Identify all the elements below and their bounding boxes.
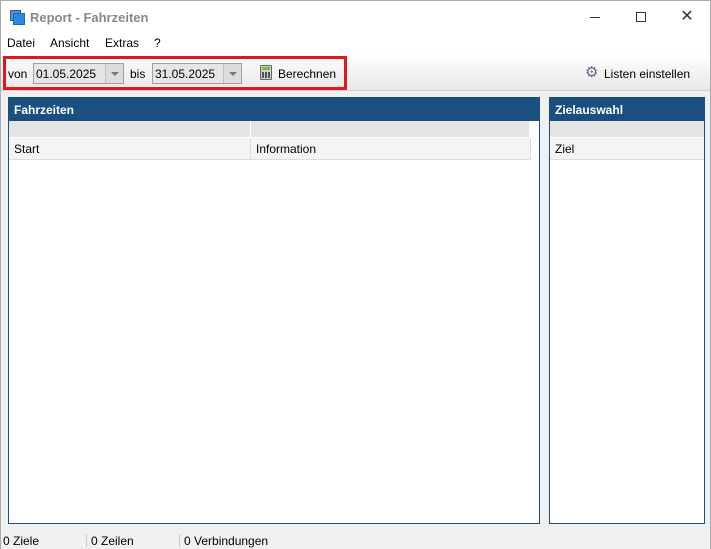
status-separator — [179, 534, 180, 547]
gear-icon: ⚙ — [585, 64, 599, 81]
column-header-start[interactable]: Start — [9, 138, 251, 159]
close-button[interactable]: ✕ — [664, 1, 710, 33]
menu-bar: Datei Ansicht Extras ? — [1, 33, 710, 53]
group-row — [9, 121, 530, 137]
fahrzeiten-panel: Fahrzeiten Start Information — [8, 97, 540, 524]
column-header-information[interactable]: Information — [251, 138, 531, 159]
status-ziele: 0 Ziele — [3, 534, 40, 548]
menu-help[interactable]: ? — [154, 36, 161, 50]
status-bar: 0 Ziele 0 Zeilen 0 Verbindungen — [1, 531, 710, 549]
zielauswahl-header: Zielauswahl — [550, 98, 704, 121]
fahrzeiten-header: Fahrzeiten — [9, 98, 539, 121]
minimize-icon — [590, 16, 600, 18]
group-cell — [251, 121, 530, 137]
close-icon: ✕ — [680, 8, 694, 25]
column-header-ziel[interactable]: Ziel — [550, 138, 704, 159]
title-bar: Report - Fahrzeiten ✕ — [1, 1, 710, 33]
date-range-highlight — [3, 56, 347, 90]
listen-einstellen-label: Listen einstellen — [604, 67, 691, 81]
status-zeilen: 0 Zeilen — [91, 534, 134, 548]
status-verbindungen: 0 Verbindungen — [184, 534, 269, 548]
app-icon — [10, 10, 25, 25]
menu-ansicht[interactable]: Ansicht — [50, 36, 89, 50]
report-window: Report - Fahrzeiten ✕ Datei Ansicht Extr… — [0, 0, 711, 549]
minimize-button[interactable] — [572, 1, 618, 33]
group-row — [550, 121, 704, 137]
zielauswahl-panel: Zielauswahl Ziel — [549, 97, 705, 524]
menu-datei[interactable]: Datei — [7, 36, 35, 50]
status-separator — [86, 534, 87, 547]
maximize-button[interactable] — [618, 1, 664, 33]
column-header-row: Ziel — [550, 138, 704, 160]
maximize-icon — [636, 12, 646, 22]
window-title: Report - Fahrzeiten — [30, 10, 149, 25]
group-cell — [9, 121, 251, 137]
column-header-row: Start Information — [9, 138, 531, 160]
menu-extras[interactable]: Extras — [105, 36, 139, 50]
